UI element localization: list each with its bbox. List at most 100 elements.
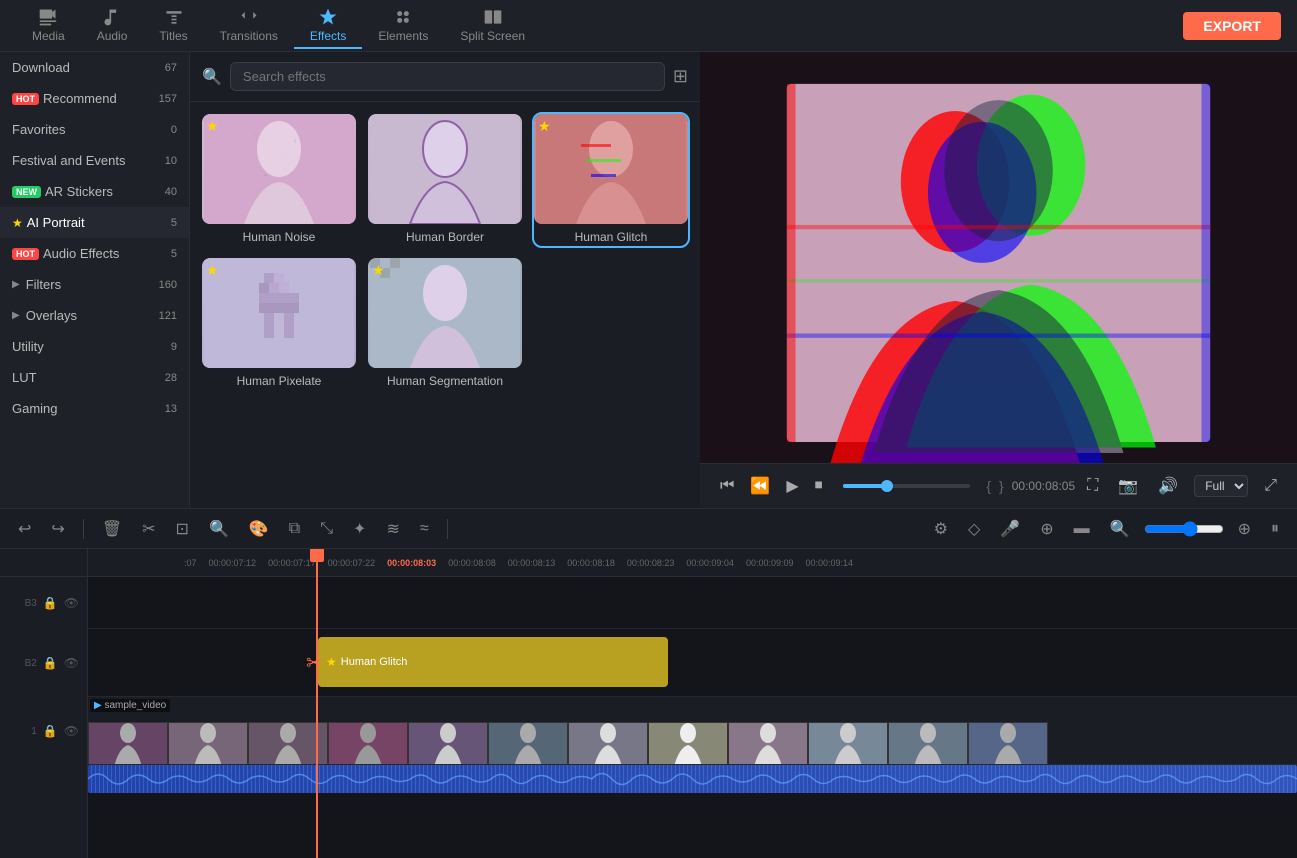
sidebar-item-filters[interactable]: ▶ Filters 160 (0, 269, 189, 300)
track-b2-content: ★ Human Glitch ✂ (88, 629, 1297, 697)
frame-back-button[interactable]: ⏪ (746, 472, 774, 500)
expand-icon-overlays: ▶ (12, 310, 20, 321)
video-thumb-5 (408, 722, 488, 766)
fit-button[interactable]: ⤡ (314, 516, 339, 542)
skip-back-button[interactable]: ⏮ (716, 473, 738, 499)
progress-thumb (881, 480, 893, 492)
track-id-b2: B2 (25, 658, 37, 669)
progress-bar[interactable] (843, 484, 971, 488)
effects-panel: 🔍 ⊞ ★ (190, 52, 700, 508)
video-thumb-6 (488, 722, 568, 766)
track-1-content: ▶ sample_video (88, 697, 1297, 765)
eye-icon-1[interactable]: 👁 (64, 724, 79, 738)
ruler-mark-11: 00:00:09:14 (799, 558, 859, 568)
sidebar-label-ai-portrait: AI Portrait (27, 215, 85, 230)
brackets-out[interactable]: } (999, 478, 1004, 494)
human-glitch-block[interactable]: ★ Human Glitch (318, 637, 668, 687)
effect-card-human-border[interactable]: Human Border (368, 114, 522, 246)
zoom-clip-button[interactable]: 🔍 (203, 515, 235, 543)
color-button[interactable]: 🎨 (243, 515, 275, 543)
audio-adj-button[interactable]: ≋ (380, 515, 405, 543)
delete-button[interactable]: 🗑 (96, 515, 128, 543)
zoom-slider[interactable] (1144, 521, 1224, 537)
play-button[interactable]: ▶ (782, 472, 802, 500)
nav-split-screen[interactable]: Split Screen (444, 3, 541, 49)
zoom-in-button[interactable]: ⊕ (1232, 515, 1257, 543)
playhead-line-v1 (316, 697, 318, 764)
sidebar-item-ai-portrait[interactable]: ★ AI Portrait 5 (0, 207, 189, 238)
sidebar-item-gaming[interactable]: Gaming 13 (0, 393, 189, 424)
ruler-mark-1: 00:00:07:12 (203, 558, 263, 568)
export-button[interactable]: EXPORT (1183, 12, 1281, 40)
wave-button[interactable]: ≈ (414, 516, 435, 542)
sidebar-item-overlays[interactable]: ▶ Overlays 121 (0, 300, 189, 331)
ruler-mark-10: 00:00:09:09 (740, 558, 800, 568)
transform-button[interactable]: ⧉ (283, 516, 306, 542)
sidebar-label-filters: Filters (26, 277, 61, 292)
playhead-line-audio (316, 765, 318, 793)
top-navigation: Media Audio Titles Transitions Effects E… (0, 0, 1297, 52)
video-thumb-4 (328, 722, 408, 766)
grid-view-button[interactable]: ⊞ (673, 66, 688, 87)
nav-audio[interactable]: Audio (81, 3, 144, 49)
search-icon: 🔍 (202, 67, 222, 87)
video-thumb-11 (888, 722, 968, 766)
nav-transitions[interactable]: Transitions (204, 3, 294, 49)
ruler-mark-8: 00:00:08:23 (621, 558, 681, 568)
sidebar-item-utility[interactable]: Utility 9 (0, 331, 189, 362)
caption-button[interactable]: ▬ (1068, 516, 1096, 542)
track-b3-content (88, 577, 1297, 629)
sidebar-item-festival[interactable]: Festival and Events 10 (0, 145, 189, 176)
lock-icon-b2[interactable]: 🔒 (43, 656, 58, 670)
effect-card-human-segmentation[interactable]: ★ Human Segmentation (368, 258, 522, 390)
pause-timeline-button[interactable]: ⏸ (1265, 516, 1285, 542)
undo-button[interactable]: ↩ (12, 515, 37, 543)
nav-titles[interactable]: Titles (143, 3, 203, 49)
effect-card-human-noise[interactable]: ★ Human Noise (202, 114, 356, 246)
video-thumb-1 (88, 722, 168, 766)
magic-button[interactable]: ✦ (347, 515, 372, 543)
fullscreen-button[interactable]: ⛶ (1083, 473, 1102, 499)
preview-canvas (700, 52, 1297, 463)
nav-elements[interactable]: Elements (362, 3, 444, 49)
preview-controls: ⏮ ⏪ ▶ ⏹ { } 00:00:08:05 ⛶ 📷 🔊 Full 1/2 1… (700, 463, 1297, 508)
effect-card-human-pixelate[interactable]: ★ Human Pixelate (202, 258, 356, 390)
video-thumb-8 (648, 722, 728, 766)
nav-effects[interactable]: Effects (294, 3, 362, 49)
timeline: ↩ ↪ 🗑 ✂ ⊡ 🔍 🎨 ⧉ ⤡ ✦ ≋ ≈ ⚙ ◇ 🎤 ⊕ ▬ 🔍 ⊕ ⏸ (0, 508, 1297, 858)
expand-button[interactable]: ⤢ (1260, 473, 1281, 499)
sidebar-item-download[interactable]: Download 67 (0, 52, 189, 83)
sidebar-item-audio-effects[interactable]: HOT Audio Effects 5 (0, 238, 189, 269)
effect-block-label: Human Glitch (341, 656, 408, 668)
preview-video-area (700, 52, 1297, 463)
volume-button[interactable]: 🔊 (1154, 472, 1182, 500)
mic-button[interactable]: 🎤 (994, 515, 1026, 543)
sidebar-item-ar-stickers[interactable]: NEW AR Stickers 40 (0, 176, 189, 207)
timeline-toolbar: ↩ ↪ 🗑 ✂ ⊡ 🔍 🎨 ⧉ ⤡ ✦ ≋ ≈ ⚙ ◇ 🎤 ⊕ ▬ 🔍 ⊕ ⏸ (0, 509, 1297, 549)
brackets-in[interactable]: { (986, 478, 991, 494)
lock-icon-1[interactable]: 🔒 (43, 724, 58, 738)
sidebar-item-favorites[interactable]: Favorites 0 (0, 114, 189, 145)
redo-button[interactable]: ↪ (45, 515, 70, 543)
marker-button[interactable]: ◇ (962, 515, 986, 543)
track-button[interactable]: ⊕ (1034, 515, 1059, 543)
crop-button[interactable]: ⊡ (170, 515, 195, 543)
eye-icon-b2[interactable]: 👁 (64, 656, 79, 670)
zoom-out-button[interactable]: 🔍 (1104, 515, 1136, 543)
effect-name-human-border: Human Border (368, 228, 522, 246)
quality-select[interactable]: Full 1/2 1/4 (1194, 475, 1248, 497)
effect-card-human-glitch[interactable]: ★ Human Glitch (534, 114, 688, 246)
effect-thumbnail-human-noise: ★ (202, 114, 356, 224)
settings-button[interactable]: ⚙ (928, 515, 954, 543)
stop-button[interactable]: ⏹ (811, 473, 827, 499)
sidebar-label-recommend: Recommend (43, 91, 117, 106)
sidebar-item-recommend[interactable]: HOT Recommend 157 (0, 83, 189, 114)
track-id-b3: B3 (25, 598, 37, 609)
nav-media[interactable]: Media (16, 3, 81, 49)
sidebar-item-lut[interactable]: LUT 28 (0, 362, 189, 393)
lock-icon-b3[interactable]: 🔒 (43, 596, 58, 610)
eye-icon-b3[interactable]: 👁 (64, 596, 79, 610)
cut-button[interactable]: ✂ (136, 515, 161, 543)
search-input[interactable] (230, 62, 665, 91)
snapshot-button[interactable]: 📷 (1114, 472, 1142, 500)
